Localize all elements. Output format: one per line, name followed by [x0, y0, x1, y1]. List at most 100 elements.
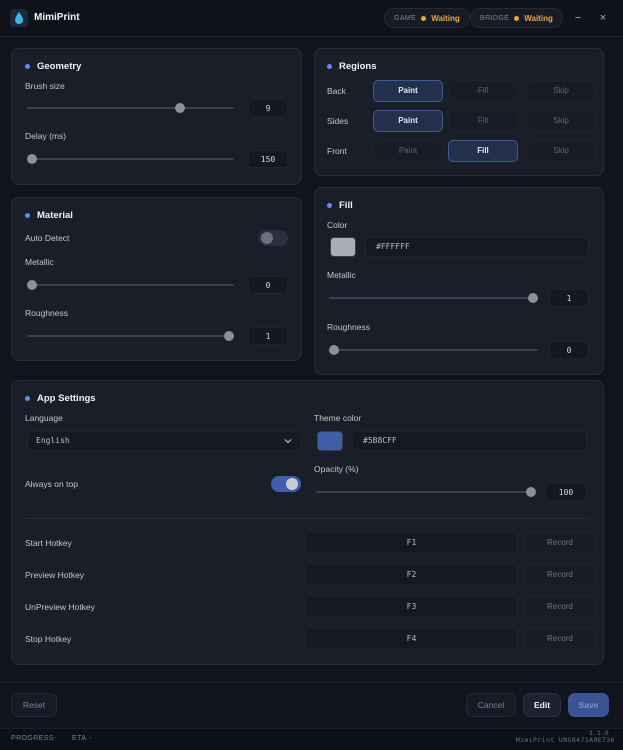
region-option-paint[interactable]: Paint: [373, 140, 443, 162]
bridge-status-pill: BRIDGE Waiting: [470, 8, 563, 28]
slider-track: [27, 284, 234, 286]
fill-roughness-label: Roughness: [327, 322, 371, 332]
fill-metallic-value[interactable]: 1: [549, 289, 589, 307]
auto-detect-label: Auto Detect: [25, 233, 70, 243]
eta-label: ETA: [72, 735, 87, 742]
slider-knob[interactable]: [329, 345, 339, 355]
slider-knob[interactable]: [224, 331, 234, 341]
chevron-down-icon: [284, 439, 292, 444]
hotkey-key-field[interactable]: F3: [305, 596, 518, 618]
build-info: MimiPrint UNS8471A9E736: [515, 736, 615, 744]
material-roughness-slider[interactable]: [27, 329, 234, 343]
fill-color-input[interactable]: #FFFFFF: [365, 237, 589, 257]
record-hotkey-button[interactable]: Record: [525, 628, 595, 650]
reset-button[interactable]: Reset: [11, 693, 57, 717]
delay-slider[interactable]: [27, 152, 234, 166]
fill-title: Fill: [327, 200, 353, 211]
hotkey-key-field[interactable]: F1: [305, 532, 518, 554]
edit-button[interactable]: Edit: [523, 693, 561, 717]
region-row-label: Front: [327, 146, 347, 156]
slider-track: [27, 335, 234, 337]
geometry-title: Geometry: [25, 61, 81, 72]
region-option-fill[interactable]: Fill: [448, 140, 518, 162]
close-button[interactable]: ×: [596, 11, 610, 25]
brush-size-value[interactable]: 9: [248, 99, 288, 117]
slider-track: [329, 297, 538, 299]
region-option-paint[interactable]: Paint: [373, 110, 443, 132]
game-status-label: GAME: [394, 14, 417, 22]
region-option-skip[interactable]: Skip: [526, 80, 596, 102]
slider-knob[interactable]: [526, 487, 536, 497]
theme-color-input[interactable]: #5B8CFF: [352, 431, 587, 451]
delay-value[interactable]: 150: [248, 150, 288, 168]
always-on-top-label: Always on top: [25, 479, 78, 489]
delay-label: Delay (ms): [25, 131, 67, 141]
fill-roughness-value[interactable]: 0: [549, 341, 589, 359]
regions-card: Regions Back Paint Fill Skip Sides Paint Fill S…: [314, 48, 604, 176]
region-option-fill[interactable]: Fill: [448, 80, 518, 102]
status-bar: PROGRESS - ETA - MimiPrint UNS8471A9E736…: [0, 728, 623, 750]
slider-track: [316, 491, 536, 493]
regions-title: Regions: [327, 61, 376, 72]
geometry-card: Geometry Brush size 9 Delay (ms) 150: [11, 48, 302, 185]
save-button[interactable]: Save: [568, 693, 609, 717]
slider-track: [27, 107, 234, 109]
hotkey-key-field[interactable]: F2: [305, 564, 518, 586]
auto-detect-toggle[interactable]: [258, 230, 288, 246]
section-bullet-icon: [327, 64, 332, 69]
language-label: Language: [25, 413, 63, 423]
title-bar: MimiPrint GAME Waiting BRIDGE Waiting − …: [0, 0, 623, 37]
region-option-paint[interactable]: Paint: [373, 80, 443, 102]
bridge-status-label: BRIDGE: [480, 14, 510, 22]
language-select[interactable]: English: [27, 431, 302, 451]
region-row-label: Sides: [327, 116, 349, 126]
region-option-skip[interactable]: Skip: [526, 140, 596, 162]
slider-knob[interactable]: [27, 280, 37, 290]
record-hotkey-button[interactable]: Record: [525, 564, 595, 586]
region-option-fill[interactable]: Fill: [448, 110, 518, 132]
brush-size-slider[interactable]: [27, 101, 234, 115]
material-roughness-value[interactable]: 1: [248, 327, 288, 345]
slider-track: [27, 158, 234, 160]
record-hotkey-button[interactable]: Record: [525, 596, 595, 618]
slider-knob[interactable]: [528, 293, 538, 303]
minimize-button[interactable]: −: [571, 11, 585, 25]
app-title: MimiPrint: [34, 12, 80, 23]
footer-bar: Reset Cancel Edit Save: [0, 682, 623, 728]
opacity-value[interactable]: 100: [545, 483, 587, 501]
hotkey-label: UnPreview Hotkey: [25, 602, 95, 612]
version-overlay: 3.1.0: [588, 730, 609, 737]
hotkey-key-field[interactable]: F4: [305, 628, 518, 650]
fill-metallic-slider[interactable]: [329, 291, 538, 305]
game-status-text: Waiting: [431, 13, 460, 23]
eta-value: -: [89, 735, 92, 742]
fill-card: Fill Color #FFFFFF Metallic 1 Roughness …: [314, 187, 604, 375]
app-settings-title: App Settings: [25, 393, 96, 404]
material-metallic-slider[interactable]: [27, 278, 234, 292]
app-settings-card: App Settings Language English Theme colo…: [11, 380, 604, 665]
fill-title-text: Fill: [339, 200, 353, 211]
theme-color-swatch[interactable]: [317, 431, 343, 451]
fill-metallic-label: Metallic: [327, 270, 356, 280]
progress-label: PROGRESS: [11, 735, 54, 742]
region-option-skip[interactable]: Skip: [526, 110, 596, 132]
opacity-slider[interactable]: [316, 485, 536, 499]
app-logo-icon: [10, 9, 28, 27]
cancel-button[interactable]: Cancel: [466, 693, 516, 717]
section-divider: [25, 518, 590, 519]
theme-color-label: Theme color: [314, 413, 362, 423]
slider-knob[interactable]: [27, 154, 37, 164]
progress-value: -: [54, 735, 57, 742]
toggle-knob: [286, 478, 298, 490]
slider-knob[interactable]: [174, 103, 185, 113]
record-hotkey-button[interactable]: Record: [525, 532, 595, 554]
always-on-top-toggle[interactable]: [271, 476, 301, 492]
hotkey-label: Stop Hotkey: [25, 634, 72, 644]
game-status-dot: [421, 15, 427, 21]
fill-color-swatch[interactable]: [330, 237, 356, 257]
material-roughness-label: Roughness: [25, 308, 69, 318]
material-metallic-value[interactable]: 0: [248, 276, 288, 294]
section-bullet-icon: [25, 64, 30, 69]
fill-roughness-slider[interactable]: [329, 343, 538, 357]
hotkey-label: Start Hotkey: [25, 538, 72, 548]
